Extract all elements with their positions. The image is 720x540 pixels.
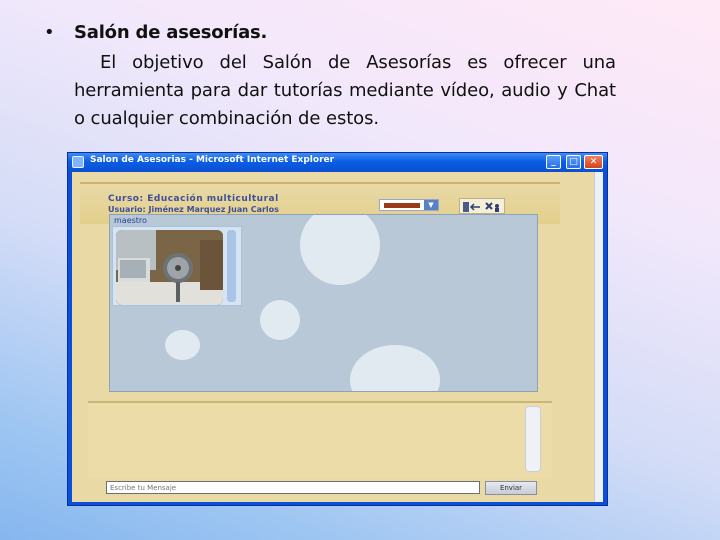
send-button[interactable]: Enviar xyxy=(485,481,537,495)
decorative-shape xyxy=(350,345,440,391)
tool-icons xyxy=(463,202,499,212)
slide-text-block: • Salón de asesorías. El objetivo del Sa… xyxy=(44,22,616,133)
decorative-shape xyxy=(300,215,380,285)
teacher-label: maestro xyxy=(114,216,147,225)
teacher-video-box xyxy=(112,226,242,306)
video-main-panel: maestro xyxy=(109,214,538,392)
window-titlebar[interactable]: Salon de Asesorias - Microsoft Internet … xyxy=(68,153,607,172)
page-scrollbar[interactable] xyxy=(594,172,603,502)
ie-icon xyxy=(72,156,84,168)
teacher-video xyxy=(116,230,223,305)
description-paragraph: El objetivo del Salón de Asesorías es of… xyxy=(74,52,616,129)
browser-window: Salon de Asesorias - Microsoft Internet … xyxy=(67,152,608,506)
chat-scrollbar[interactable] xyxy=(525,406,541,472)
bullet-heading: Salón de asesorías. xyxy=(74,22,268,43)
webcam-image xyxy=(116,230,223,305)
video-scrollbar[interactable] xyxy=(227,230,236,302)
minimize-button[interactable]: _ xyxy=(546,155,561,169)
user-name: Usuario: Jiménez Marquez Juan Carlos xyxy=(108,205,279,214)
decorative-shape xyxy=(165,330,200,360)
course-title: Curso: Educación multicultural xyxy=(108,194,279,204)
app-content: Curso: Educación multicultural Usuario: … xyxy=(72,172,603,502)
tool-buttons[interactable] xyxy=(459,198,505,214)
bullet-icon: • xyxy=(44,22,55,43)
bullet-item: • Salón de asesorías. xyxy=(44,22,616,43)
message-row: Enviar xyxy=(88,478,582,498)
chat-area xyxy=(88,401,552,478)
maximize-button[interactable]: □ xyxy=(566,155,581,169)
decorative-shape xyxy=(260,300,300,340)
selected-color-swatch xyxy=(384,203,420,208)
window-title: Salon de Asesorias - Microsoft Internet … xyxy=(90,155,335,165)
chevron-down-icon[interactable]: ▼ xyxy=(424,200,438,210)
message-input[interactable] xyxy=(106,481,480,494)
color-select[interactable]: ▼ xyxy=(379,199,439,211)
close-button[interactable]: ✕ xyxy=(584,155,603,169)
